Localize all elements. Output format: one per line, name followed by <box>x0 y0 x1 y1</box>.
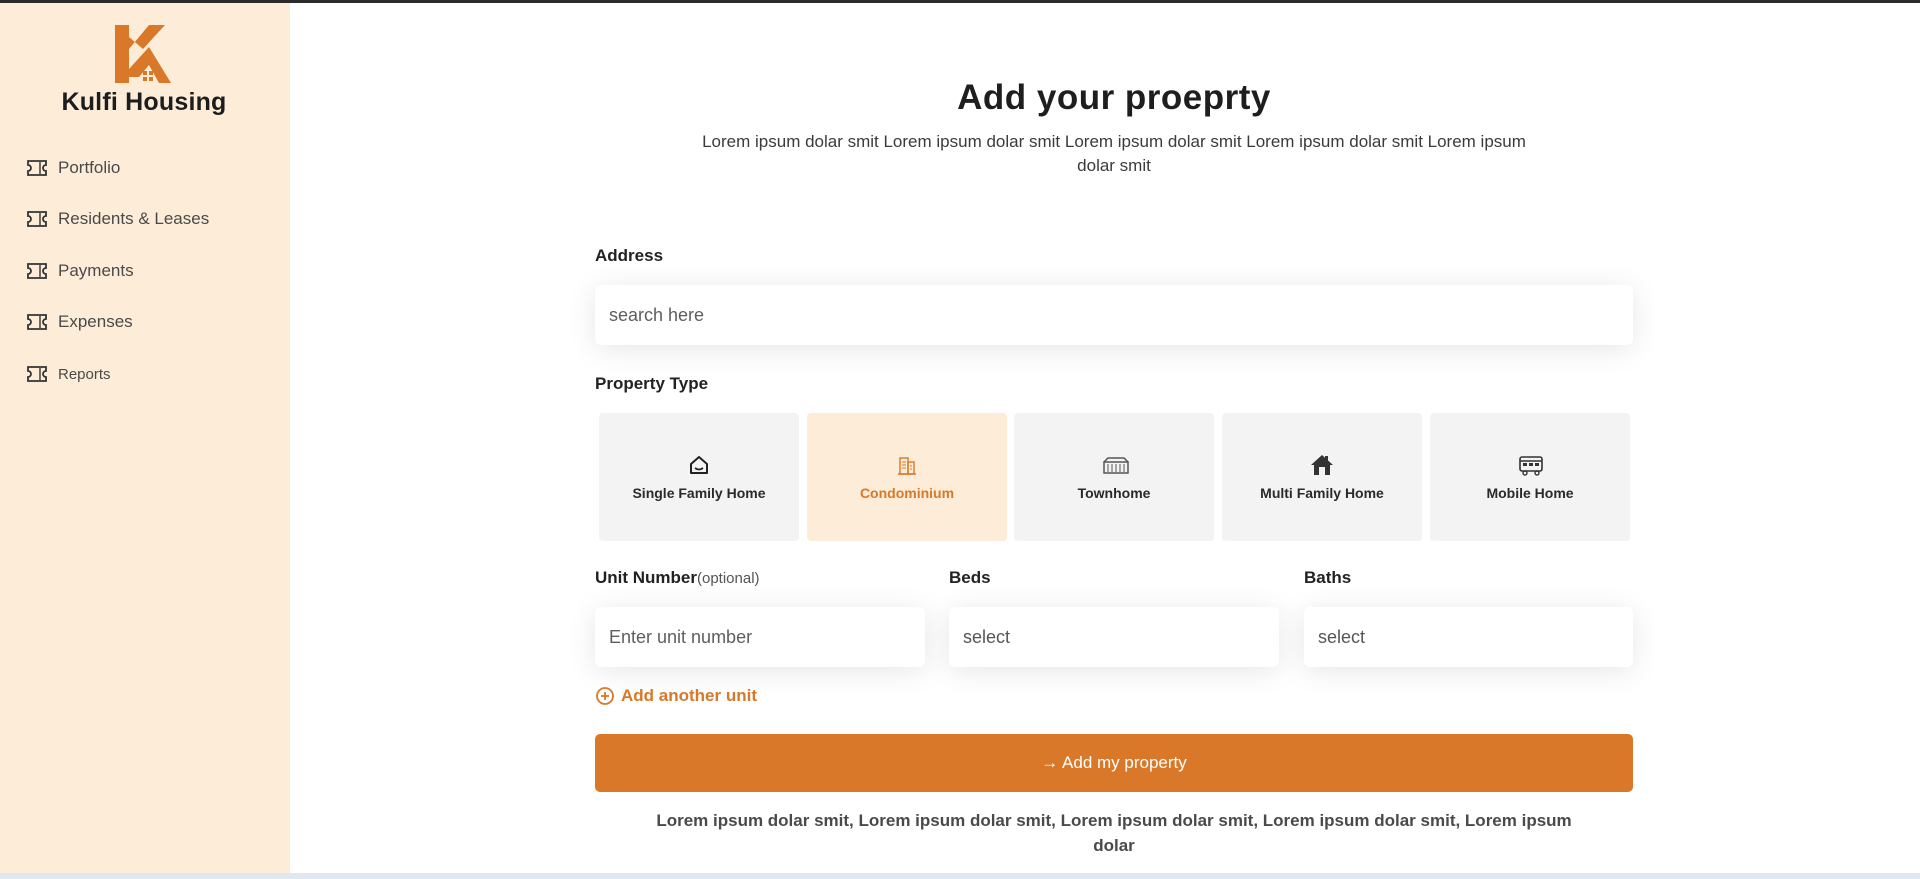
add-my-property-button[interactable]: → Add my property <box>595 734 1633 792</box>
page-subtitle: Lorem ipsum dolar smit Lorem ipsum dolar… <box>702 132 1526 175</box>
property-type-label: Mobile Home <box>1486 485 1574 501</box>
baths-label: Baths <box>1304 568 1352 587</box>
property-type-label: Single Family Home <box>632 485 766 501</box>
unit-number-label-text: Unit Number <box>595 568 697 587</box>
address-search-input[interactable] <box>609 304 1633 326</box>
sidebar-item-expenses[interactable]: Expenses <box>26 307 266 337</box>
property-type-mobile-home[interactable]: Mobile Home <box>1430 413 1630 541</box>
sidebar-item-label: Payments <box>58 261 134 280</box>
ticket-icon <box>26 262 48 280</box>
baths-select[interactable]: select <box>1304 607 1633 667</box>
page-title: Add your proeprty <box>957 78 1271 117</box>
beds-select[interactable]: select <box>949 607 1279 667</box>
ticket-icon <box>26 210 48 228</box>
property-type-label: Multi Family Home <box>1260 485 1384 501</box>
logo-icon <box>113 23 173 85</box>
plus-circle-icon <box>595 686 615 706</box>
add-another-unit-text: Add another unit <box>621 686 757 705</box>
property-type-townhome[interactable]: Townhome <box>1014 413 1214 541</box>
sidebar-item-portfolio[interactable]: Portfolio <box>26 153 266 183</box>
sidebar-item-reports[interactable]: Reports <box>26 359 266 389</box>
address-field <box>595 285 1633 345</box>
sidebar-item-residents-leases[interactable]: Residents & Leases <box>26 204 266 234</box>
ticket-icon <box>26 159 48 177</box>
baths-select-value: select <box>1318 626 1366 647</box>
property-type-multi-family-home[interactable]: Multi Family Home <box>1222 413 1422 541</box>
property-type-label: Townhome <box>1077 485 1151 501</box>
property-type-label: Condominium <box>859 485 955 501</box>
optional-hint: (optional) <box>697 570 760 587</box>
mobile-home-icon <box>1518 453 1543 477</box>
townhome-icon <box>1102 453 1129 477</box>
unit-number-label: Unit Number(optional) <box>595 568 760 588</box>
ticket-icon <box>26 313 48 331</box>
sidebar-item-label: Residents & Leases <box>58 209 210 228</box>
property-type-condominium[interactable]: Condominium <box>807 413 1007 541</box>
sidebar-item-payments[interactable]: Payments <box>26 256 266 286</box>
beds-label: Beds <box>949 568 991 587</box>
sidebar-item-label: Expenses <box>58 312 133 331</box>
ticket-icon <box>26 365 48 383</box>
unit-number-input[interactable] <box>609 626 925 648</box>
building-icon <box>895 453 919 477</box>
address-label: Address <box>595 246 664 265</box>
house-outline-icon <box>687 453 711 477</box>
brand-name: Kulfi Housing <box>61 88 227 116</box>
sidebar-item-label: Portfolio <box>58 158 121 177</box>
footer-note: Lorem ipsum dolar smit, Lorem ipsum dola… <box>656 811 1572 855</box>
sidebar-item-label: Reports <box>58 365 111 383</box>
property-type-single-family-home[interactable]: Single Family Home <box>599 413 799 541</box>
house-filled-icon <box>1310 453 1334 477</box>
sidebar: Kulfi Housing Portfolio Residents & Leas… <box>0 3 290 873</box>
property-type-label: Property Type <box>595 374 709 393</box>
unit-number-field <box>595 607 925 667</box>
add-another-unit-link[interactable]: Add another unit <box>595 686 757 706</box>
bottom-strip <box>0 873 1920 879</box>
beds-select-value: select <box>963 626 1011 647</box>
